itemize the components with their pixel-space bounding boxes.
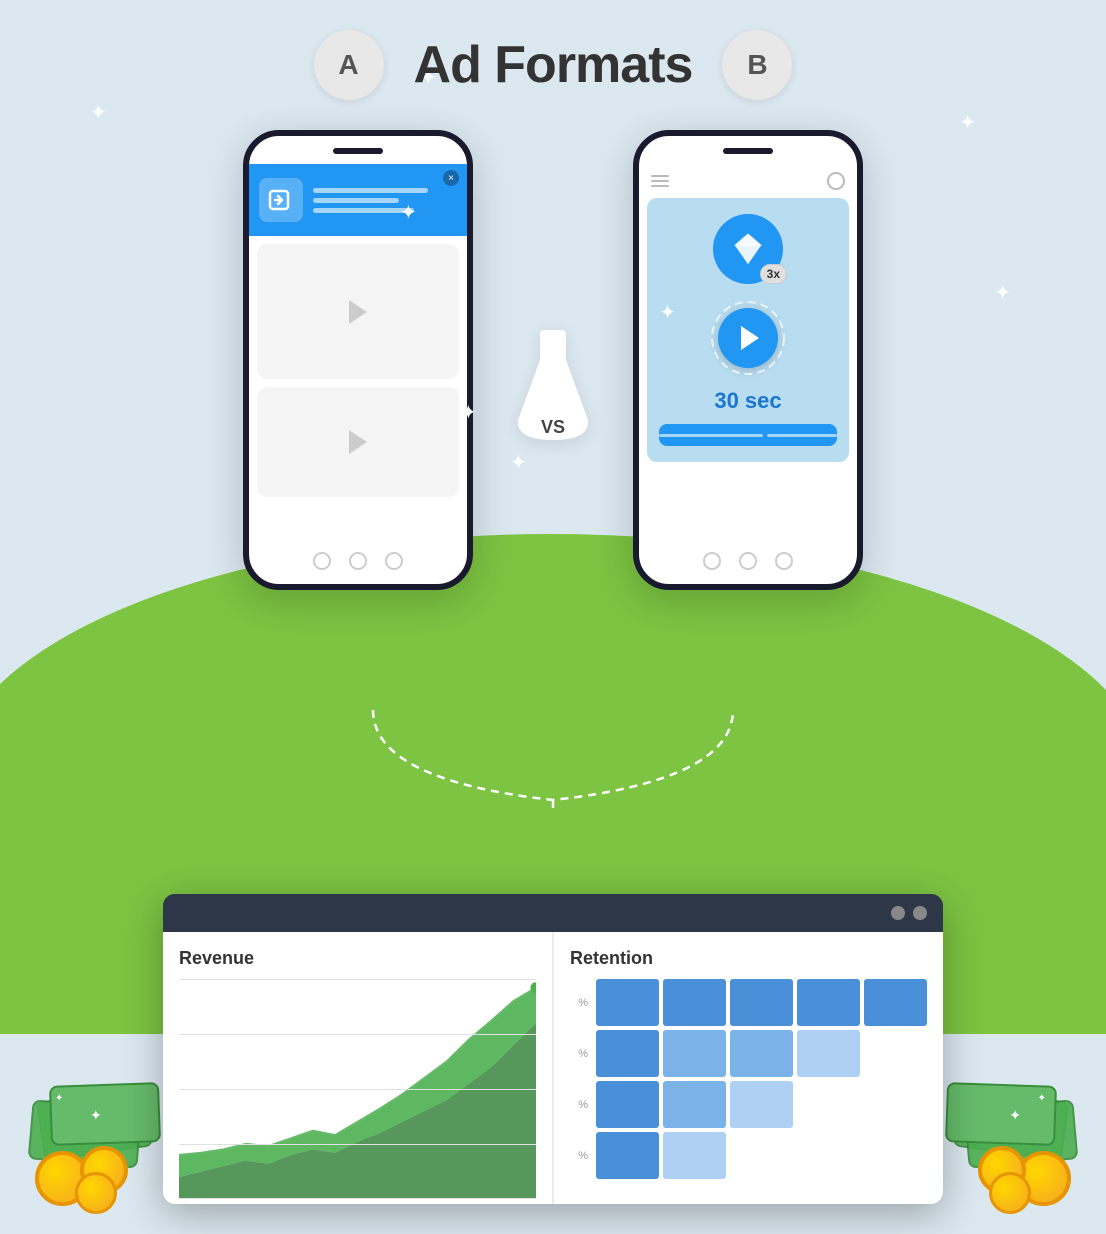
ret-cell: [663, 1132, 726, 1179]
ret-cell: [730, 979, 793, 1026]
ret-label: %: [570, 979, 592, 1026]
video-card-1: [257, 244, 459, 379]
badge-b: B: [722, 30, 792, 100]
menu-button[interactable]: [827, 172, 845, 190]
revenue-panel: Revenue: [163, 932, 552, 1204]
dashboard-content: Revenue: [163, 932, 943, 1204]
vs-label: VS: [541, 417, 565, 438]
reward-diamond: 3x: [713, 214, 783, 284]
ret-cell: [596, 1132, 659, 1179]
play-icon: [349, 300, 367, 324]
nav-button[interactable]: [385, 552, 403, 570]
phone-top-bar: [639, 164, 857, 198]
multiplier-badge: 3x: [760, 264, 787, 284]
close-icon[interactable]: ×: [443, 170, 459, 186]
dashboard-titlebar: [163, 894, 943, 932]
ret-cell: [596, 979, 659, 1026]
nav-button[interactable]: [349, 552, 367, 570]
ret-cell: [864, 979, 927, 1026]
sparkle-icon: ✦: [510, 450, 527, 475]
sparkle-icon: ✦: [959, 110, 976, 135]
ret-label: %: [570, 1030, 592, 1077]
nav-button[interactable]: [313, 552, 331, 570]
ret-cell: [797, 1030, 860, 1077]
cta-bar[interactable]: [659, 424, 837, 446]
window-dot: [891, 906, 905, 920]
ret-cell: [663, 1030, 726, 1077]
ret-cell: [864, 1030, 927, 1077]
ret-cell: [596, 1030, 659, 1077]
flask-icon: VS: [508, 330, 598, 450]
analytics-dashboard: Revenue: [163, 894, 943, 1204]
rewarded-ad-area: 3x 30 sec: [647, 198, 849, 462]
nav-button[interactable]: [739, 552, 757, 570]
retention-panel: Retention % % %: [554, 932, 943, 1204]
sparkle-icon: ✦: [90, 100, 107, 125]
play-icon: [349, 430, 367, 454]
ret-label: %: [570, 1132, 592, 1179]
play-button[interactable]: [708, 298, 788, 378]
ret-cell: [730, 1132, 793, 1179]
ret-cell: [663, 1081, 726, 1128]
retention-title: Retention: [570, 948, 927, 969]
ret-cell: [797, 979, 860, 1026]
ret-cell: [663, 979, 726, 1026]
text-line: [313, 188, 428, 193]
ad-text-lines: [313, 188, 457, 213]
sparkle-icon: ✦: [659, 300, 676, 325]
ret-cell: [730, 1030, 793, 1077]
badge-a: A: [314, 30, 384, 100]
phone-nav-bar: [639, 552, 857, 570]
header: A Ad Formats B: [0, 30, 1106, 100]
window-dot: [913, 906, 927, 920]
dashed-lines: [253, 700, 853, 810]
ret-cell: [797, 1081, 860, 1128]
sparkle-icon: ✦: [994, 280, 1011, 305]
revenue-title: Revenue: [179, 948, 536, 969]
video-card-2: [257, 387, 459, 497]
phone-a: ×: [243, 130, 473, 590]
ret-cell: [596, 1081, 659, 1128]
ret-cell: [797, 1132, 860, 1179]
ret-label: %: [570, 1081, 592, 1128]
text-line: [313, 198, 399, 203]
phone-b: 3x 30 sec: [633, 130, 863, 590]
page-title: Ad Formats: [414, 35, 693, 95]
ad-icon-box: [259, 178, 303, 222]
ret-cell: [864, 1081, 927, 1128]
phone-nav-bar: [249, 552, 467, 570]
banner-ad-header: ×: [249, 164, 467, 236]
revenue-chart: [179, 979, 536, 1199]
ret-cell: [730, 1081, 793, 1128]
vs-flask: VS: [508, 330, 598, 450]
text-line: [313, 208, 414, 213]
duration-label: 30 sec: [714, 388, 781, 414]
retention-grid: % % % %: [570, 979, 927, 1179]
sparkle-icon: ✦: [460, 400, 477, 425]
ret-cell: [864, 1132, 927, 1179]
sparkle-icon: ✦: [400, 200, 417, 225]
nav-button[interactable]: [775, 552, 793, 570]
hamburger-icon: [651, 175, 669, 187]
nav-button[interactable]: [703, 552, 721, 570]
